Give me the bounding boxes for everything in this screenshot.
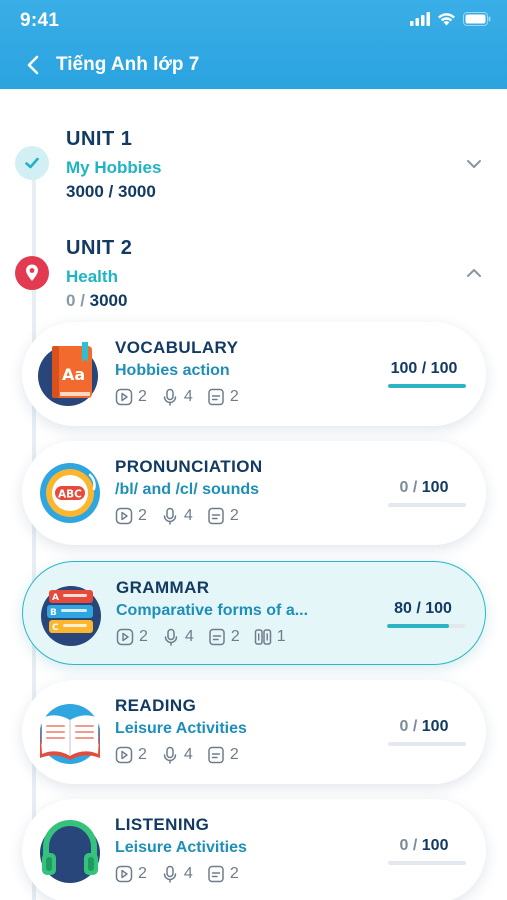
lesson-progress-bar (388, 861, 466, 865)
svg-text:A: A (52, 593, 59, 603)
cellular-signal-icon (410, 12, 430, 26)
lesson-title: GRAMMAR (116, 578, 210, 597)
unit-2-collapse-chevron-icon[interactable] (465, 264, 483, 282)
lesson-stats: 2 4 2 (115, 746, 239, 764)
flashcards-icon (254, 629, 271, 645)
lesson-subtitle: Comparative forms of a... (116, 602, 309, 619)
unit-2-title: UNIT 2 (66, 237, 133, 259)
vocabulary-book-icon: Aa (38, 340, 106, 408)
video-play-icon (115, 507, 133, 525)
lesson-title: LISTENING (115, 815, 210, 834)
video-count: 2 (138, 865, 147, 882)
svg-text:ABC: ABC (58, 489, 82, 501)
document-icon (208, 865, 224, 883)
lesson-card-vocabulary[interactable]: Aa VOCABULARY Hobbies action 2 4 2 100 /… (22, 322, 486, 426)
document-icon (208, 507, 224, 525)
microphone-icon (163, 865, 177, 883)
unit-completed-check-icon (15, 146, 49, 180)
video-play-icon (116, 628, 134, 646)
listening-headphones-icon (38, 817, 106, 885)
document-icon (208, 388, 224, 406)
lesson-card-listening[interactable]: LISTENING Leisure Activities 2 4 2 0 / 1… (22, 799, 486, 900)
lesson-stats: 2 4 2 (115, 865, 239, 883)
document-icon (209, 628, 225, 646)
video-count: 2 (138, 507, 147, 524)
lesson-subtitle: /bl/ and /cl/ sounds (115, 481, 260, 498)
progress-fill (388, 384, 466, 388)
unit-1-title: UNIT 1 (66, 128, 133, 150)
lesson-progress-bar (388, 503, 466, 507)
lesson-score: 0 / 100 (399, 718, 449, 735)
unit-1-expand-chevron-icon[interactable] (465, 155, 483, 173)
lesson-subtitle: Hobbies action (115, 362, 230, 379)
lesson-card-pronunciation[interactable]: ABC PRONUNCIATION /bl/ and /cl/ sounds 2… (22, 441, 486, 545)
video-play-icon (115, 388, 133, 406)
microphone-icon (164, 628, 178, 646)
lesson-score: 100 / 100 (390, 360, 458, 377)
unit-2-subtitle: Health (66, 267, 118, 286)
video-count: 2 (138, 388, 147, 405)
reading-open-book-icon (38, 698, 106, 766)
status-time: 9:41 (20, 10, 60, 31)
document-count: 2 (229, 507, 239, 524)
document-icon (208, 746, 224, 764)
status-icons (410, 12, 491, 26)
lesson-card-reading[interactable]: READING Leisure Activities 2 4 2 0 / 100 (22, 680, 486, 784)
document-count: 2 (229, 388, 239, 405)
lesson-subtitle: Leisure Activities (115, 839, 247, 856)
lesson-title: READING (115, 696, 197, 715)
document-count: 2 (230, 628, 240, 645)
lesson-progress-bar (388, 384, 466, 388)
lesson-stats: 2 4 2 (115, 388, 239, 406)
back-chevron-icon[interactable] (22, 53, 46, 77)
unit-1-score: 3000 / 3000 (66, 182, 156, 201)
unit-current-location-pin-icon (15, 256, 49, 290)
video-play-icon (115, 865, 133, 883)
audio-count: 4 (183, 388, 193, 405)
microphone-icon (163, 746, 177, 764)
pronunciation-abc-icon: ABC (38, 459, 106, 527)
svg-text:C: C (52, 623, 59, 633)
microphone-icon (163, 388, 177, 406)
progress-fill (387, 624, 450, 628)
wifi-icon (438, 13, 455, 26)
svg-text:Aa: Aa (62, 365, 85, 384)
video-count: 2 (139, 628, 148, 645)
lesson-score: 0 / 100 (399, 479, 449, 496)
unit-1-subtitle: My Hobbies (66, 158, 162, 177)
video-count: 2 (138, 746, 147, 763)
lesson-title: PRONUNCIATION (115, 457, 263, 476)
lesson-stats: 2 4 2 1 (116, 628, 286, 646)
audio-count: 4 (183, 865, 193, 882)
flashcard-count: 1 (276, 628, 286, 645)
battery-icon (463, 12, 491, 26)
document-count: 2 (229, 865, 239, 882)
svg-text:B: B (50, 608, 57, 618)
audio-count: 4 (183, 507, 193, 524)
lesson-progress-bar (387, 624, 465, 628)
document-count: 2 (229, 746, 239, 763)
lesson-card-grammar[interactable]: A B C GRAMMAR Comparative forms of a... … (22, 561, 486, 665)
lesson-score: 80 / 100 (394, 600, 452, 617)
audio-count: 4 (183, 746, 193, 763)
lesson-title: VOCABULARY (115, 338, 239, 357)
grammar-cards-icon: A B C (39, 580, 107, 648)
page-title: Tiếng Anh lớp 7 (56, 54, 200, 75)
lesson-score: 0 / 100 (399, 837, 449, 854)
audio-count: 4 (184, 628, 194, 645)
video-play-icon (115, 746, 133, 764)
lesson-progress-bar (388, 742, 466, 746)
microphone-icon (163, 507, 177, 525)
unit-2-score: 0 / 3000 (66, 291, 128, 310)
lesson-subtitle: Leisure Activities (115, 720, 247, 737)
lesson-stats: 2 4 2 (115, 507, 239, 525)
